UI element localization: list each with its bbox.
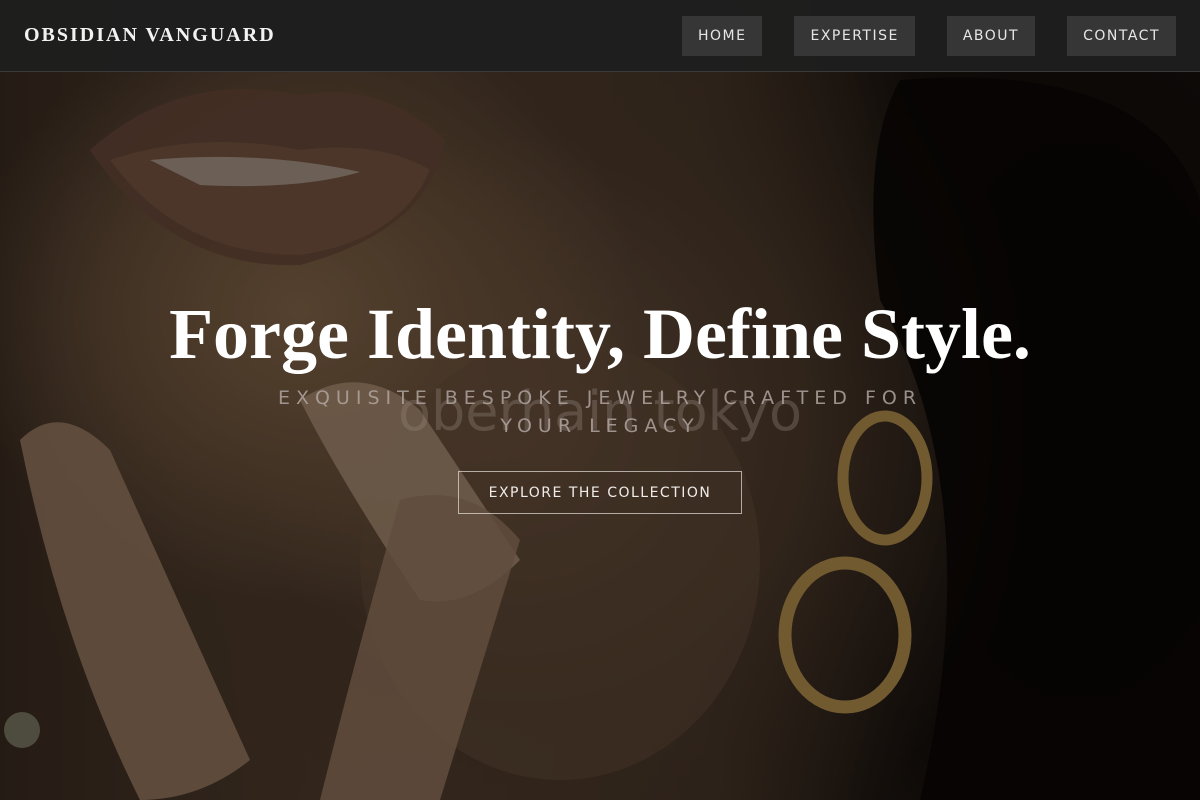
explore-collection-button[interactable]: EXPLORE THE COLLECTION [458,471,742,514]
nav-home-button[interactable]: HOME [682,15,763,56]
top-navigation-bar: OBSIDIAN VANGUARD HOME EXPERTISE ABOUT C… [0,0,1200,72]
nav-about-button[interactable]: ABOUT [946,15,1036,56]
main-nav: HOME EXPERTISE ABOUT CONTACT [682,15,1176,56]
nav-contact-button[interactable]: CONTACT [1067,15,1176,56]
hero-tagline: EXQUISITE BESPOKE JEWELRY CRAFTED FOR YO… [277,387,923,437]
hero-headline: Forge Identity, Define Style. [169,294,1031,374]
nav-expertise-button[interactable]: EXPERTISE [794,15,915,56]
landing-page: OBSIDIAN VANGUARD HOME EXPERTISE ABOUT C… [0,0,1200,800]
brand-logo[interactable]: OBSIDIAN VANGUARD [24,24,276,47]
